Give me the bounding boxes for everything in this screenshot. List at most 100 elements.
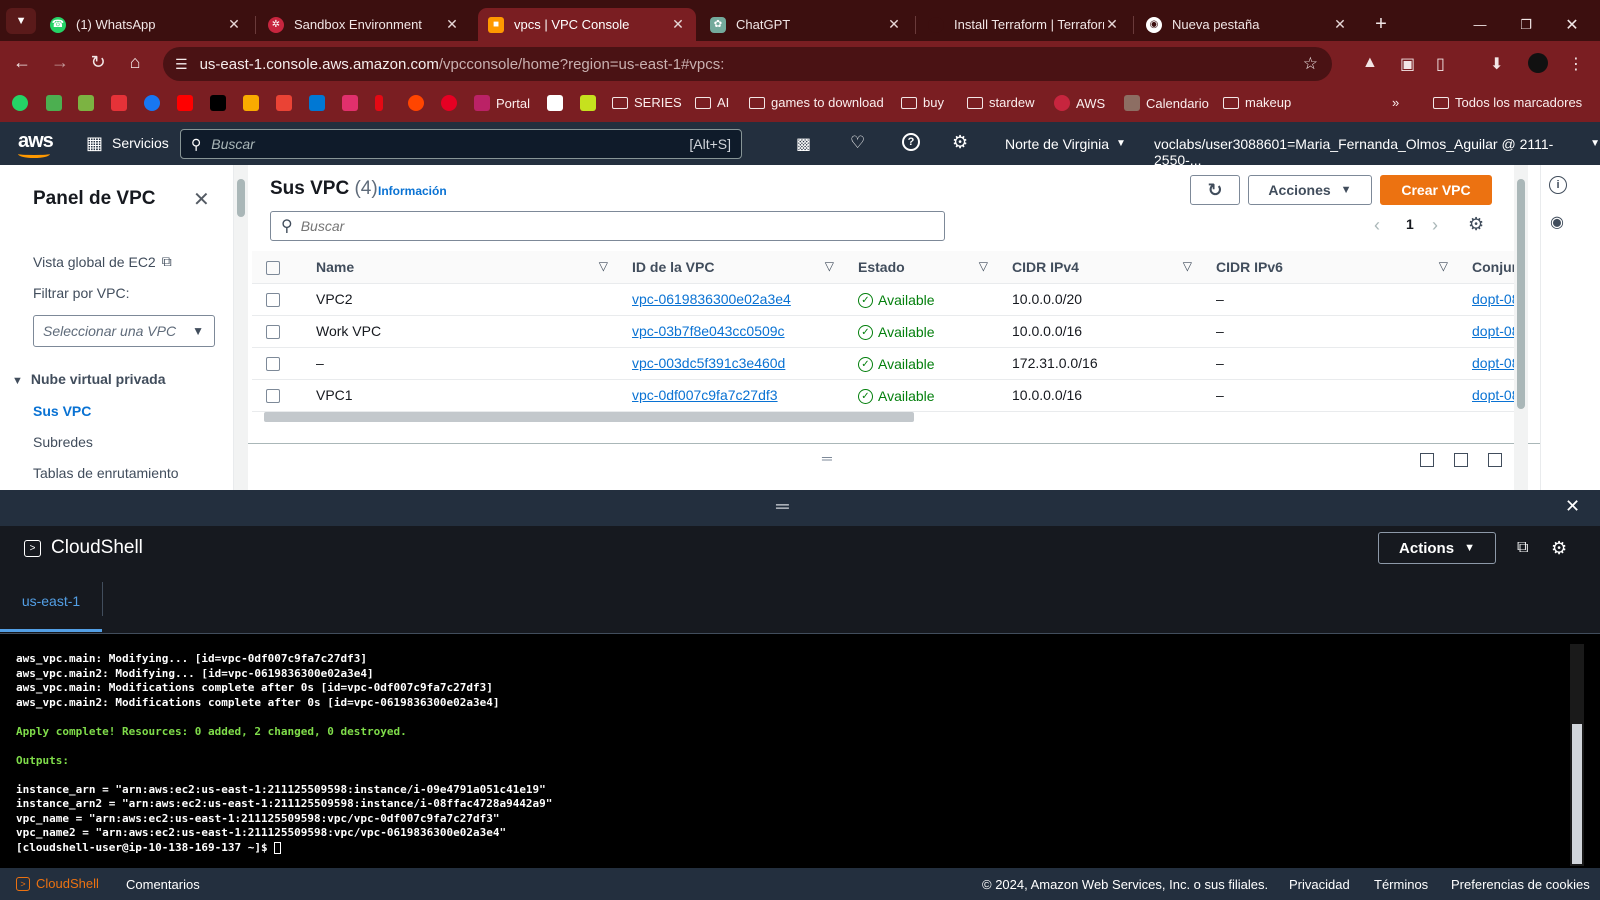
select-all-checkbox[interactable]: [266, 260, 280, 275]
info-link[interactable]: Información: [378, 184, 447, 198]
bookmark-facebook[interactable]: [144, 95, 160, 111]
bookmark-folder-stardew[interactable]: stardew: [967, 95, 1035, 110]
bookmark-folder-series[interactable]: SERIES: [612, 95, 682, 110]
close-tab-icon[interactable]: ✕: [670, 16, 686, 33]
ec2-global-view-link[interactable]: Vista global de EC2 ⧉: [33, 253, 172, 270]
footer-cookies-link[interactable]: Preferencias de cookies: [1451, 877, 1590, 892]
new-window-icon[interactable]: ⧉: [1517, 539, 1528, 557]
feedback-icon[interactable]: ◉: [1550, 212, 1564, 232]
refresh-button[interactable]: ↻: [1190, 175, 1240, 205]
info-icon[interactable]: i: [1549, 176, 1567, 194]
puzzle-icon[interactable]: ▯: [1436, 54, 1445, 74]
bookmark-folder-ai[interactable]: AI: [695, 95, 729, 110]
dhcp-options-link[interactable]: dopt-08: [1472, 387, 1519, 403]
close-icon[interactable]: ✕: [1565, 496, 1580, 517]
table-row[interactable]: – vpc-003dc5f391c3e460d ✓ Available 172.3…: [252, 347, 1525, 380]
footer-terms-link[interactable]: Términos: [1374, 877, 1428, 892]
column-header[interactable]: ID de la VPC ▽: [622, 251, 848, 284]
column-header[interactable]: Estado ▽: [848, 251, 1002, 284]
scrollbar-thumb[interactable]: [237, 179, 245, 217]
drag-handle-icon[interactable]: ═: [822, 450, 832, 466]
bookmark-folder-makeup[interactable]: makeup: [1223, 95, 1291, 110]
vpc-id-link[interactable]: vpc-0df007c9fa7c27df3: [632, 387, 778, 403]
restore-button[interactable]: ❐: [1511, 8, 1541, 41]
vpc-search-input[interactable]: [300, 218, 944, 234]
address-bar[interactable]: ☰ us-east-1.console.aws.amazon.com/vpcco…: [163, 47, 1332, 81]
bookmark-z[interactable]: [580, 95, 596, 111]
close-tab-icon[interactable]: ✕: [1332, 16, 1348, 33]
next-page-icon[interactable]: ›: [1432, 215, 1438, 236]
bookmark-soccer[interactable]: [547, 95, 563, 111]
terminal-scrollbar[interactable]: [1570, 644, 1584, 866]
bookmark-folder-games[interactable]: games to download: [749, 95, 884, 110]
split-side-icon[interactable]: [1454, 453, 1468, 467]
main-scrollbar[interactable]: [1514, 165, 1528, 490]
table-row[interactable]: VPC1 vpc-0df007c9fa7c27df3 ✓ Available 10…: [252, 379, 1525, 412]
table-settings-icon[interactable]: ⚙: [1468, 214, 1484, 235]
close-tab-icon[interactable]: ✕: [886, 16, 902, 33]
services-menu[interactable]: ▦ Servicios: [86, 134, 169, 152]
new-tab-button[interactable]: +: [1366, 8, 1396, 41]
bookmark-x[interactable]: [210, 95, 226, 111]
vpc-filter-select[interactable]: Seleccionar una VPC ▼: [33, 315, 215, 347]
table-row[interactable]: VPC2 vpc-0619836300e02a3e4 ✓ Available 10…: [252, 283, 1525, 316]
column-header[interactable]: Name ▽: [316, 251, 622, 284]
section-vpc[interactable]: ▼ Nube virtual privada: [12, 371, 165, 387]
browser-tab-active[interactable]: ■ vpcs | VPC Console ✕: [478, 8, 696, 41]
bookmark-apps[interactable]: [46, 95, 62, 111]
reload-icon[interactable]: ↻: [86, 52, 110, 73]
split-bottom-icon[interactable]: [1420, 453, 1434, 467]
row-checkbox[interactable]: [266, 357, 280, 372]
site-info-icon[interactable]: ☰: [175, 56, 188, 73]
cloudshell-actions-button[interactable]: Actions ▼: [1378, 532, 1496, 564]
browser-tab[interactable]: ✲ Sandbox Environment ✕: [258, 8, 470, 41]
gear-icon[interactable]: ⚙: [952, 132, 968, 153]
bookmark-pinterest[interactable]: [441, 95, 457, 111]
sort-icon[interactable]: ▽: [979, 259, 988, 273]
tab-us-east-1[interactable]: us-east-1: [0, 572, 102, 632]
minimize-button[interactable]: —: [1465, 8, 1495, 41]
bookmark-reddit[interactable]: [408, 95, 424, 111]
actions-button[interactable]: Acciones ▼: [1248, 175, 1372, 205]
sort-icon[interactable]: ▽: [599, 259, 608, 273]
aws-logo[interactable]: aws: [18, 130, 54, 158]
cloudshell-icon[interactable]: ▩: [796, 134, 811, 154]
kebab-menu-icon[interactable]: ⋮: [1568, 54, 1584, 74]
row-checkbox[interactable]: [266, 325, 280, 340]
bookmark-gmail[interactable]: [276, 95, 292, 111]
scrollbar-thumb[interactable]: [1517, 179, 1525, 409]
download-icon[interactable]: ⬇: [1490, 54, 1503, 74]
row-checkbox[interactable]: [266, 389, 280, 404]
close-tab-icon[interactable]: ✕: [444, 16, 460, 33]
footer-feedback-link[interactable]: Comentarios: [126, 877, 200, 892]
browser-tab[interactable]: ☎ (1) WhatsApp ✕: [40, 8, 252, 41]
dhcp-options-link[interactable]: dopt-08: [1472, 291, 1519, 307]
close-tab-icon[interactable]: ✕: [1104, 16, 1120, 33]
home-icon[interactable]: ⌂: [123, 52, 147, 73]
extension-icon[interactable]: ▲: [1362, 54, 1378, 72]
column-header[interactable]: CIDR IPv4 ▽: [1002, 251, 1206, 284]
extension-icon[interactable]: ▣: [1400, 54, 1415, 74]
back-icon[interactable]: ←: [10, 52, 34, 73]
profile-avatar[interactable]: [1528, 53, 1548, 73]
drag-handle-icon[interactable]: ═: [776, 496, 789, 517]
bookmark-word[interactable]: [78, 95, 94, 111]
bookmark-aws[interactable]: AWS: [1054, 95, 1105, 111]
help-icon[interactable]: ?: [902, 133, 920, 151]
bookmark-portal[interactable]: Portal: [474, 95, 530, 111]
sidebar-item-route-tables[interactable]: Tablas de enrutamiento: [33, 465, 179, 481]
bell-icon[interactable]: ♡: [850, 133, 865, 153]
aws-search-input[interactable]: [211, 136, 690, 152]
bookmark-outlook[interactable]: [309, 95, 325, 111]
bookmark-youtube[interactable]: [177, 95, 193, 111]
sort-icon[interactable]: ▽: [1439, 259, 1448, 273]
bookmark-instagram[interactable]: [342, 95, 358, 111]
vpc-search-field[interactable]: ⚲: [270, 211, 945, 241]
create-vpc-button[interactable]: Crear VPC: [1380, 175, 1492, 205]
account-menu[interactable]: voclabs/user3088601=Maria_Fernanda_Olmos…: [1154, 136, 1600, 168]
scrollbar-thumb[interactable]: [264, 412, 914, 422]
table-horizontal-scrollbar[interactable]: [262, 410, 1520, 424]
dhcp-options-link[interactable]: dopt-08: [1472, 323, 1519, 339]
vpc-id-link[interactable]: vpc-003dc5f391c3e460d: [632, 355, 785, 371]
forward-icon[interactable]: →: [48, 52, 72, 73]
